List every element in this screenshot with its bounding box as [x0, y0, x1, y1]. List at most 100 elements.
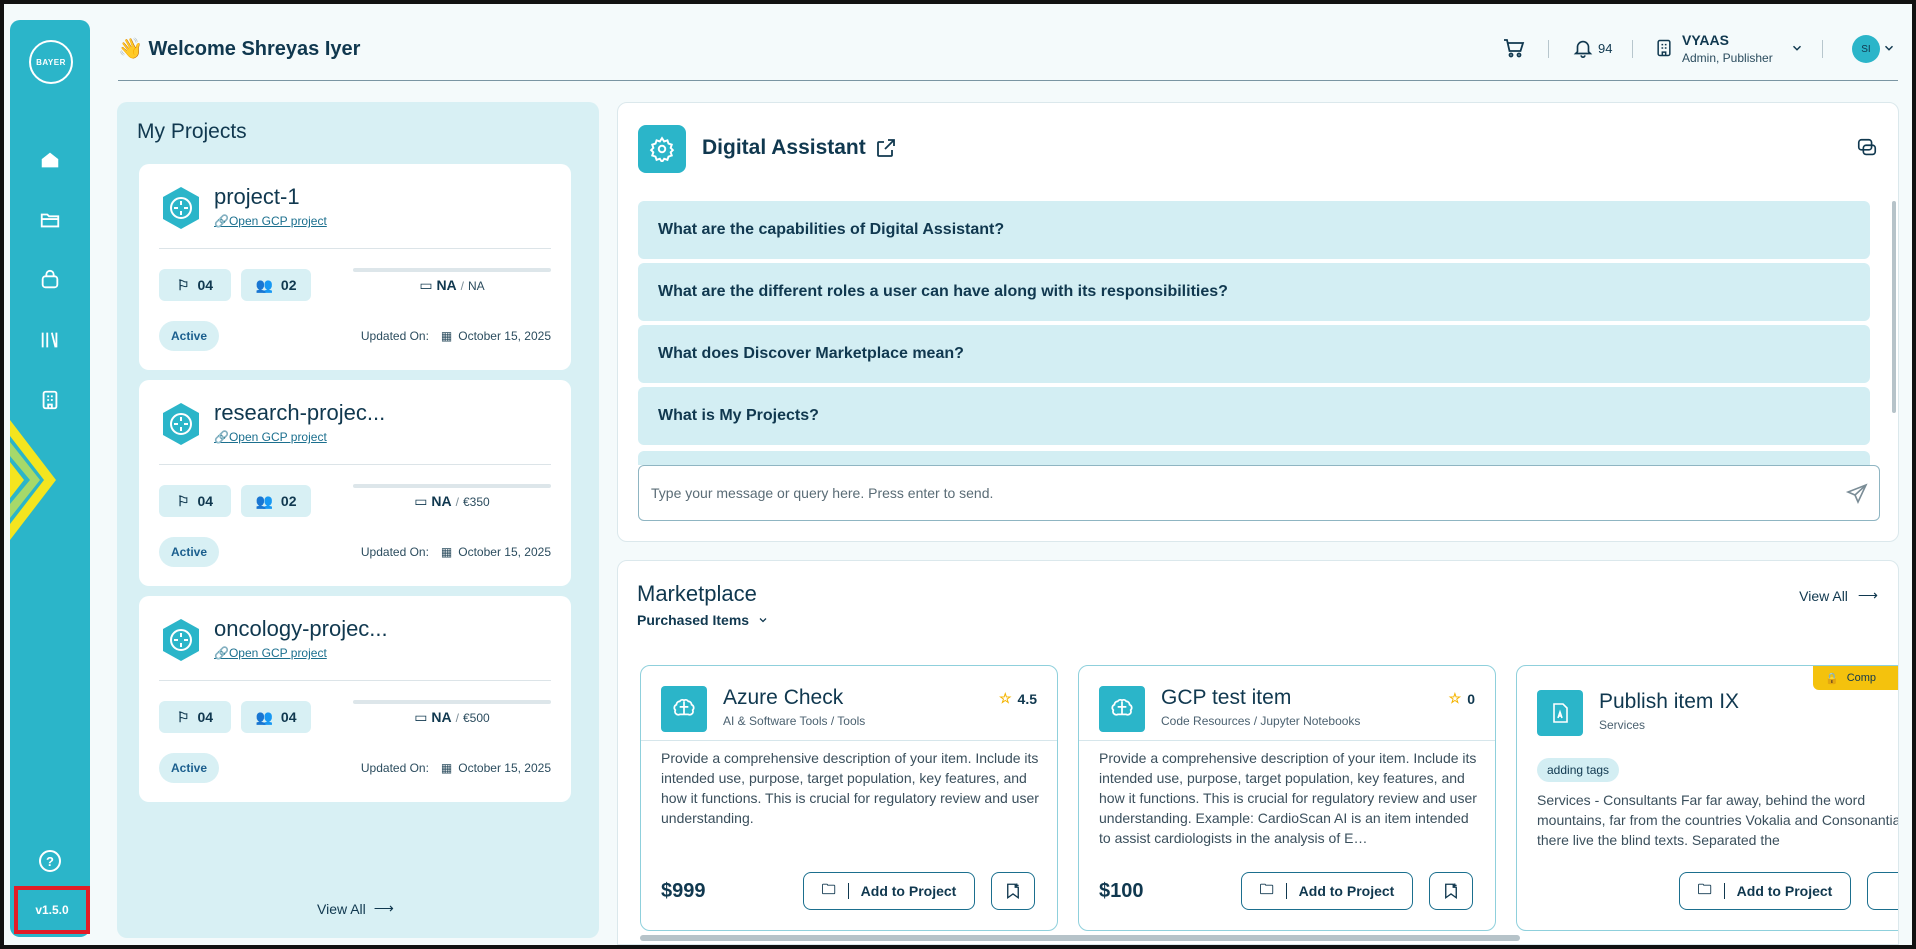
bell-icon: [1573, 40, 1593, 58]
faq-item[interactable]: What are the capabilities of Digital Ass…: [638, 201, 1870, 259]
faq-item[interactable]: What are the different roles a user can …: [638, 263, 1870, 321]
budget-progress-bar: [353, 268, 551, 272]
rating-value: 0: [1467, 690, 1475, 707]
header-separator: [1548, 40, 1549, 58]
avatar-chevron-down-icon[interactable]: [1882, 30, 1896, 66]
project-card[interactable]: research-projec... 🔗Open GCP project ⚐ 04…: [139, 380, 571, 586]
projects-title: My Projects: [137, 120, 247, 143]
item-name[interactable]: GCP test item: [1161, 686, 1291, 710]
budget: ▭ NA / €500: [414, 709, 490, 725]
item-price: $999: [661, 880, 706, 902]
projects-view-all-link[interactable]: View All ⟶: [317, 900, 394, 917]
updated-date: October 15, 2025: [458, 329, 551, 343]
marketplace-view-all-link[interactable]: View All ⟶: [1799, 587, 1878, 604]
bayer-logo[interactable]: BAYER: [29, 40, 73, 84]
project-divider: [159, 248, 551, 249]
item-tag: adding tags: [1537, 758, 1620, 782]
item-description: Provide a comprehensive description of y…: [661, 750, 1039, 826]
marketplace-card[interactable]: 🔒 Comp Publish item IX Services adding ta…: [1516, 665, 1899, 931]
project-card[interactable]: project-1 🔗Open GCP project ⚐ 04 👥 02 ▭ NA…: [139, 164, 571, 370]
open-gcp-link[interactable]: 🔗Open GCP project: [214, 646, 327, 660]
open-gcp-link-label: Open GCP project: [228, 646, 327, 660]
open-gcp-link[interactable]: 🔗Open GCP project: [214, 430, 327, 444]
add-to-project-button[interactable]: 🗀 Add to Project: [803, 872, 975, 910]
project-name[interactable]: project-1: [214, 184, 300, 210]
updated-on: Updated On: ▦ October 15, 2025: [361, 329, 551, 343]
faq-item[interactable]: What is My Projects?: [638, 387, 1870, 445]
folder-icon: 🗀: [821, 881, 836, 897]
bookmark-button[interactable]: [1429, 872, 1473, 910]
open-gcp-link[interactable]: 🔗Open GCP project: [214, 214, 327, 228]
project-gear-icon: [163, 619, 199, 661]
faq-scrollbar[interactable]: [1892, 201, 1896, 413]
add-to-project-label: Add to Project: [1298, 883, 1395, 899]
bookmark-button[interactable]: [991, 872, 1035, 910]
open-external-icon[interactable]: [874, 136, 898, 160]
item-description: Services - Consultants Far far away, beh…: [1537, 792, 1899, 848]
assistant-gear-icon: [638, 125, 686, 173]
item-rating: ☆ 4.5: [999, 690, 1037, 707]
item-name[interactable]: Azure Check: [723, 686, 843, 710]
project-name[interactable]: research-projec...: [214, 400, 385, 426]
view-all-label: View All: [1799, 587, 1848, 604]
flag-icon: ⚐: [176, 276, 190, 293]
budget: ▭ NA / €350: [414, 493, 490, 509]
add-to-project-button[interactable]: 🗀 Add to Project: [1241, 872, 1413, 910]
project-divider: [159, 680, 551, 681]
cart-icon[interactable]: [1502, 30, 1526, 66]
bookmark-button[interactable]: [1867, 872, 1898, 910]
status-badge: Active: [159, 753, 219, 783]
updated-label: Updated On:: [360, 545, 429, 559]
members-chip: 👥 04: [241, 701, 311, 733]
updated-label: Updated On:: [360, 329, 429, 343]
chat-history-icon[interactable]: [1856, 137, 1878, 159]
calendar-icon: ▦: [440, 761, 453, 775]
chat-input-box: [638, 465, 1880, 521]
project-name[interactable]: oncology-projec...: [214, 616, 388, 642]
bag-icon[interactable]: [37, 267, 63, 293]
home-icon[interactable]: [37, 147, 63, 173]
users-icon: 👥: [255, 492, 273, 509]
assistant-title: Digital Assistant: [702, 136, 866, 159]
send-icon[interactable]: [1845, 482, 1869, 506]
folder-icon: 🗀: [1259, 881, 1274, 897]
budget-progress-bar: [353, 484, 551, 488]
add-to-project-label: Add to Project: [1736, 883, 1833, 899]
app-frame: BAYER ? v1.5.0 👋 Welcome Shreyas Iyer 94…: [4, 4, 1912, 945]
members-chip: 👥 02: [241, 485, 311, 517]
members-count: 04: [280, 709, 297, 725]
library-icon[interactable]: [37, 327, 63, 353]
faq-item[interactable]: [638, 451, 1870, 465]
users-icon: 👥: [255, 708, 273, 725]
folder-icon[interactable]: [37, 207, 63, 233]
org-switch-chevron-down-icon[interactable]: [1790, 30, 1804, 66]
marketplace-horizontal-scrollbar[interactable]: [640, 935, 1520, 941]
filter-label: Purchased Items: [637, 612, 750, 628]
budget-used: NA: [436, 277, 457, 293]
faq-item[interactable]: What does Discover Marketplace mean?: [638, 325, 1870, 383]
star-icon: ☆: [1448, 690, 1462, 706]
wallet-icon: ▭: [419, 277, 437, 293]
marketplace-card[interactable]: GCP test item Code Resources / Jupyter N…: [1078, 665, 1496, 931]
add-to-project-button[interactable]: 🗀 Add to Project: [1679, 872, 1851, 910]
project-card[interactable]: oncology-projec... 🔗Open GCP project ⚐ 04…: [139, 596, 571, 802]
marketplace-card[interactable]: Azure Check AI & Software Tools / Tools …: [640, 665, 1058, 931]
rating-value: 4.5: [1017, 690, 1037, 707]
notifications-button[interactable]: 94: [1572, 30, 1612, 66]
budget-total: €500: [463, 711, 490, 725]
help-icon[interactable]: ?: [39, 850, 61, 872]
building-icon[interactable]: [37, 387, 63, 413]
budget-used: NA: [431, 709, 452, 725]
logo-text: BAYER: [36, 57, 66, 67]
project-gear-icon: [163, 187, 199, 229]
avatar[interactable]: SI: [1852, 35, 1880, 63]
item-name[interactable]: Publish item IX: [1599, 690, 1739, 714]
budget-total: NA: [468, 279, 485, 293]
chat-input[interactable]: [639, 466, 1809, 520]
card-divider: [641, 740, 1057, 741]
star-icon: ☆: [998, 690, 1012, 706]
marketplace-filter-dropdown[interactable]: Purchased Items: [637, 612, 769, 628]
marketplace-title: Marketplace: [637, 581, 757, 606]
milestones-chip: ⚐ 04: [159, 269, 231, 301]
milestones-count: 04: [197, 709, 214, 725]
